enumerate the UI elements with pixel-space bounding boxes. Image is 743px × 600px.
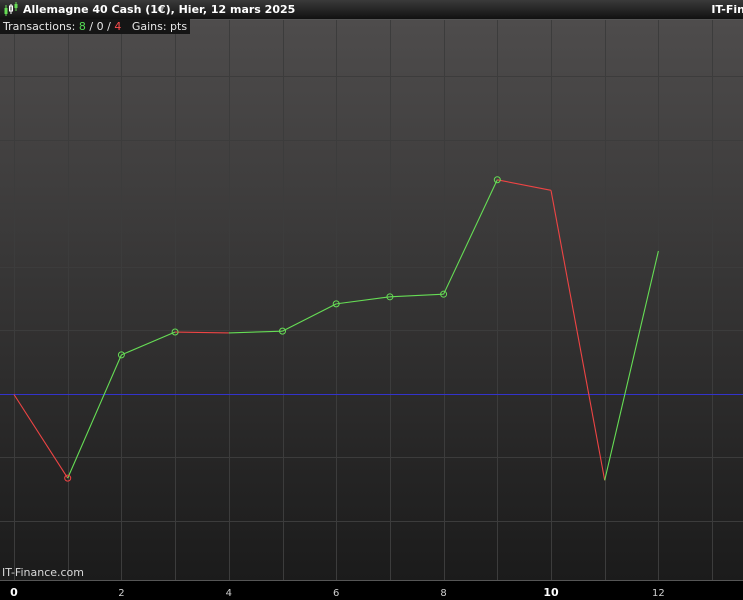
chart-window: 0 2 4 6 8 10 12 Allemagne 40 Cash (1€), Hier, … bbox=[0, 0, 743, 600]
x-tick-label: 8 bbox=[440, 588, 446, 599]
brand-name: IT-Fin bbox=[711, 3, 743, 16]
x-tick-label: 2 bbox=[118, 588, 124, 599]
transactions-summary: Transactions: 8 / 0 / 4 Gains: pts bbox=[0, 19, 191, 34]
x-tick-label: 6 bbox=[333, 588, 339, 599]
x-tick-label: 10 bbox=[543, 586, 559, 599]
gains-unit-label: Gains: pts bbox=[131, 20, 188, 33]
transactions-label: Transactions: bbox=[3, 20, 76, 33]
watermark-text: IT-Finance.com bbox=[2, 566, 84, 579]
chart-canvas: 0 2 4 6 8 10 12 bbox=[0, 20, 743, 600]
chart-title: Allemagne 40 Cash (1€), Hier, 12 mars 20… bbox=[23, 3, 296, 16]
x-tick-label: 4 bbox=[226, 588, 232, 599]
x-axis-band bbox=[0, 580, 743, 600]
winning-trades-count: 8 bbox=[78, 20, 86, 33]
title-bar: Allemagne 40 Cash (1€), Hier, 12 mars 20… bbox=[0, 0, 743, 20]
x-tick-label: 12 bbox=[652, 588, 665, 599]
plot-background bbox=[0, 20, 743, 580]
x-tick-label: 0 bbox=[10, 586, 18, 599]
neutral-trades-count: 0 bbox=[96, 20, 104, 33]
candlestick-icon bbox=[4, 2, 18, 16]
